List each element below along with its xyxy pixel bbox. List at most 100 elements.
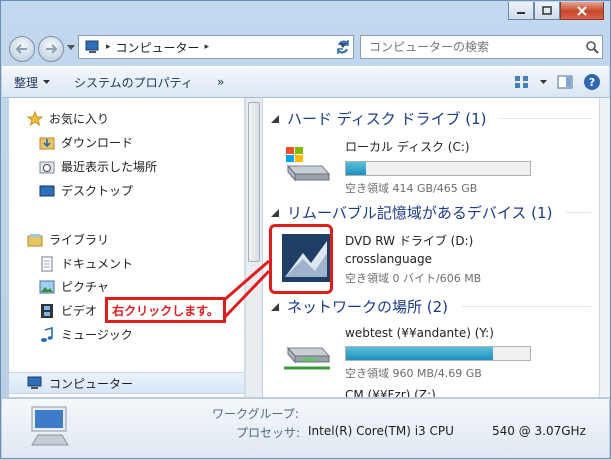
help-icon[interactable]: ? [583,73,601,91]
nav-label: ビデオ [61,304,98,318]
maximize-button[interactable] [534,2,560,20]
drive-free-space: 空き領域 414 GB/465 GB [345,182,478,195]
title-bar-buttons [508,2,604,20]
group-header-removable[interactable]: リムーバブル記憶域があるデバイス (1) [271,202,591,223]
nav-libraries[interactable]: ライブラリ [27,231,109,248]
star-icon [27,110,43,126]
group-title: ネットワークの場所 (2) [287,298,449,316]
network-drive-icon [279,326,335,378]
organize-label: 整理 [14,75,39,90]
recent-pages-dropdown-icon[interactable] [67,45,75,50]
drive-name: webtest (¥¥andante) (Y:) [345,326,494,340]
callout-highlight-box [269,224,333,294]
network-drive-icon [279,388,335,397]
nav-label: デスクトップ [61,184,134,198]
computer-icon [27,376,42,389]
nav-label: ドキュメント [61,257,134,271]
collapse-triangle-icon[interactable] [271,208,279,217]
nav-label: お気に入り [49,112,110,126]
view-options-dropdown-icon[interactable] [540,80,547,84]
hard-drive-icon [279,138,335,190]
refresh-icon [337,40,349,54]
callout-label: 右クリックします。 [105,297,226,323]
drive-free-space: 空き領域 960 MB/4.69 GB [345,367,482,380]
nav-favorites[interactable]: お気に入り [27,110,109,127]
search-box[interactable] [360,35,603,59]
forward-button[interactable] [38,36,64,62]
usage-bar [345,161,531,176]
group-title: リムーバブル記憶域があるデバイス (1) [287,204,553,222]
nav-recent-places[interactable]: 最近表示した場所 [39,158,157,175]
refresh-button[interactable] [331,35,355,59]
chevron-down-icon [43,80,51,84]
group-title: ハード ディスク ドライブ (1) [287,110,487,128]
breadcrumb-computer[interactable]: コンピューター [116,39,200,56]
nav-label: ミュージック [61,328,133,342]
close-icon [577,5,587,16]
nav-label: ライブラリ [49,233,110,247]
drive-name: DVD RW ドライブ (D:) [345,234,474,248]
nav-label: 最近表示した場所 [61,160,158,174]
navigation-scrollbar[interactable] [245,98,262,397]
usage-bar-fill [346,347,494,360]
nav-computer[interactable]: コンピューター [9,372,244,394]
minimize-button[interactable] [508,2,534,20]
breadcrumb-separator-icon[interactable]: ▸ [106,42,111,52]
disc-label: crosslanguage [345,252,432,266]
drive-network-z[interactable]: CM (¥¥Fzr) (Z:) [279,388,436,397]
pictures-icon [39,280,55,293]
group-divider [566,212,591,213]
navigation-pane: お気に入り ダウンロード 最近表示した場所 デスクトップ ライブラリ ドキュメン… [9,98,245,397]
nav-documents[interactable]: ドキュメント [39,255,133,272]
search-input[interactable] [361,40,582,54]
nav-desktop[interactable]: デスクトップ [39,182,133,199]
document-icon [41,256,53,271]
collapse-triangle-icon[interactable] [271,114,279,123]
computer-icon [31,406,69,446]
desktop-icon [39,185,55,196]
address-bar[interactable]: ▸ コンピューター ▸ [78,35,354,59]
breadcrumb-separator-icon[interactable]: ▸ [205,42,210,52]
details-pane: ワークグループ: プロセッサ: Intel(R) Core(TM) i3 CPU… [2,398,609,458]
group-header-network[interactable]: ネットワークの場所 (2) [271,296,591,317]
nav-downloads[interactable]: ダウンロード [39,134,133,151]
view-controls: ? [514,73,601,91]
command-bar: 整理 システムのプロパティ » ? [2,66,609,98]
nav-music[interactable]: ミュージック [39,326,133,343]
processor-speed: 540 @ 3.07GHz [492,424,586,438]
preview-pane-icon[interactable] [557,75,573,89]
search-icon[interactable] [582,40,602,54]
computer-icon [85,40,99,53]
more-commands-label: » [216,75,225,89]
forward-arrow-icon [46,44,58,54]
system-properties-label: システムのプロパティ [74,75,193,90]
back-button[interactable] [9,36,35,62]
usage-bar [345,346,531,361]
nav-pictures[interactable]: ピクチャ [39,278,109,295]
minimize-icon [517,11,525,14]
organize-menu-button[interactable]: 整理 [2,74,62,91]
change-view-icon[interactable] [514,75,530,89]
film-strip-icon [41,303,53,318]
close-button[interactable] [560,2,604,20]
back-arrow-icon [15,44,27,54]
explorer-window: ▸ コンピューター ▸ 整理 システムのプロパティ » [0,0,611,459]
downloads-folder-icon [39,137,55,149]
drive-local-disk-c[interactable]: ローカル ディスク (C:) 空き領域 414 GB/465 GB [279,138,531,196]
more-commands-button[interactable]: » [205,75,236,89]
content-scrollbar[interactable] [599,98,610,397]
scrollbar-thumb[interactable] [248,102,260,262]
nav-label: ピクチャ [61,280,109,294]
nav-videos[interactable]: ビデオ [39,302,97,319]
group-header-hard-disk[interactable]: ハード ディスク ドライブ (1) [271,108,591,129]
system-properties-button[interactable]: システムのプロパティ [62,74,205,91]
collapse-triangle-icon[interactable] [271,302,279,311]
workgroup-label: ワークグループ: [212,407,299,421]
drive-name: CM (¥¥Fzr) (Z:) [345,388,436,397]
drive-network-y[interactable]: webtest (¥¥andante) (Y:) 空き領域 960 MB/4.6… [279,326,531,381]
group-divider [500,118,591,119]
usage-bar-fill [346,162,367,175]
maximize-icon [542,6,552,15]
processor-value: Intel(R) Core(TM) i3 CPU [308,424,454,438]
drive-free-space: 空き領域 0 バイト/606 MB [345,272,482,285]
